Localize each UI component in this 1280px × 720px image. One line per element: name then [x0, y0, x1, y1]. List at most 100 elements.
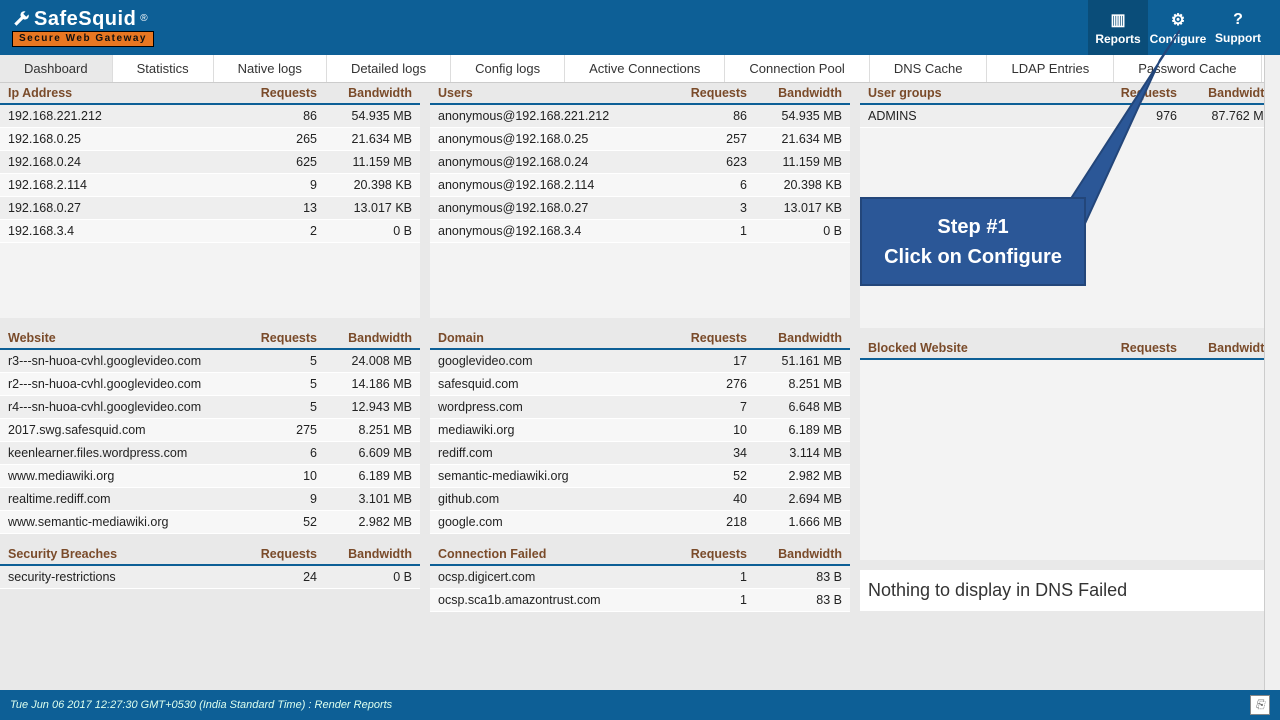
cell-name: security-restrictions [8, 570, 237, 584]
table-row[interactable]: wordpress.com76.648 MB [430, 396, 850, 419]
table-row[interactable]: ocsp.sca1b.amazontrust.com183 B [430, 589, 850, 612]
instruction-callout: Step #1 Click on Configure [860, 197, 1086, 286]
cell-requests: 10 [237, 469, 317, 483]
col-bandwidth: Bandwidth [317, 547, 412, 561]
table-row[interactable]: www.semantic-mediawiki.org522.982 MB [0, 511, 420, 534]
panel-header: Ip AddressRequestsBandwidth [0, 83, 420, 105]
table-row[interactable]: semantic-mediawiki.org522.982 MB [430, 465, 850, 488]
table-row[interactable]: 192.168.0.2462511.159 MB [0, 151, 420, 174]
nav-configure[interactable]: ⚙ Configure [1148, 0, 1208, 55]
tab-dns-cache[interactable]: DNS Cache [870, 55, 988, 82]
cell-bandwidth: 6.609 MB [317, 446, 412, 460]
table-row[interactable]: r4---sn-huoa-cvhl.googlevideo.com512.943… [0, 396, 420, 419]
scrollbar-track[interactable] [1264, 55, 1280, 690]
tab-password-cache[interactable]: Password Cache [1114, 55, 1261, 82]
panel-header: WebsiteRequestsBandwidth [0, 328, 420, 350]
cell-requests: 5 [237, 354, 317, 368]
cell-name: ADMINS [868, 109, 1097, 123]
tab-statistics[interactable]: Statistics [113, 55, 214, 82]
table-row[interactable]: safesquid.com2768.251 MB [430, 373, 850, 396]
table-row[interactable]: googlevideo.com1751.161 MB [430, 350, 850, 373]
cell-bandwidth: 3.114 MB [747, 446, 842, 460]
cell-requests: 52 [237, 515, 317, 529]
export-icon[interactable]: ⎘ [1250, 695, 1270, 715]
empty-message: Nothing to display in DNS Failed [860, 570, 1280, 611]
table-row[interactable]: anonymous@192.168.221.2128654.935 MB [430, 105, 850, 128]
col-bandwidth: Bandwidth [747, 86, 842, 100]
cell-name: google.com [438, 515, 667, 529]
cell-name: anonymous@192.168.0.24 [438, 155, 667, 169]
reports-icon: ▥ [1110, 10, 1125, 30]
table-row[interactable]: realtime.rediff.com93.101 MB [0, 488, 420, 511]
tab-detailed-logs[interactable]: Detailed logs [327, 55, 451, 82]
col-requests: Requests [237, 86, 317, 100]
table-row[interactable]: anonymous@192.168.0.2525721.634 MB [430, 128, 850, 151]
tab-native-logs[interactable]: Native logs [214, 55, 327, 82]
table-row[interactable]: security-restrictions240 B [0, 566, 420, 589]
table-row[interactable]: mediawiki.org106.189 MB [430, 419, 850, 442]
table-row[interactable]: r3---sn-huoa-cvhl.googlevideo.com524.008… [0, 350, 420, 373]
tab-config-logs[interactable]: Config logs [451, 55, 565, 82]
cell-requests: 265 [237, 132, 317, 146]
nav-support[interactable]: ? Support [1208, 0, 1268, 55]
brand-name: SafeSquid [34, 9, 136, 29]
table-row[interactable]: 192.168.221.2128654.935 MB [0, 105, 420, 128]
cell-bandwidth: 6.189 MB [317, 469, 412, 483]
tab-dashboard[interactable]: Dashboard [0, 55, 113, 82]
table-row[interactable]: ADMINS97687.762 MB [860, 105, 1280, 128]
table-row[interactable]: github.com402.694 MB [430, 488, 850, 511]
gear-icon: ⚙ [1171, 10, 1185, 30]
cell-name: r4---sn-huoa-cvhl.googlevideo.com [8, 400, 237, 414]
table-row[interactable]: 192.168.0.2526521.634 MB [0, 128, 420, 151]
col-title: Ip Address [8, 86, 237, 100]
cell-bandwidth: 20.398 KB [747, 178, 842, 192]
cell-name: ocsp.digicert.com [438, 570, 667, 584]
table-row[interactable]: keenlearner.files.wordpress.com66.609 MB [0, 442, 420, 465]
panel-domain: DomainRequestsBandwidthgooglevideo.com17… [430, 328, 850, 534]
table-row[interactable]: 192.168.3.420 B [0, 220, 420, 243]
table-row[interactable]: anonymous@192.168.2.114620.398 KB [430, 174, 850, 197]
col-requests: Requests [237, 331, 317, 345]
cell-bandwidth: 13.017 KB [747, 201, 842, 215]
table-row[interactable]: 192.168.0.271313.017 KB [0, 197, 420, 220]
col-title: Security Breaches [8, 547, 237, 561]
cell-name: r3---sn-huoa-cvhl.googlevideo.com [8, 354, 237, 368]
table-row[interactable]: rediff.com343.114 MB [430, 442, 850, 465]
tab-connection-pool[interactable]: Connection Pool [725, 55, 869, 82]
cell-requests: 3 [667, 201, 747, 215]
brand-tagline: Secure Web Gateway [12, 31, 154, 47]
tab-ldap-entries[interactable]: LDAP Entries [987, 55, 1114, 82]
cell-bandwidth: 21.634 MB [317, 132, 412, 146]
panel-header: DomainRequestsBandwidth [430, 328, 850, 350]
col-bandwidth: Bandwidth [317, 86, 412, 100]
cell-bandwidth: 3.101 MB [317, 492, 412, 506]
nav-reports[interactable]: ▥ Reports [1088, 0, 1148, 55]
panel-website: WebsiteRequestsBandwidthr3---sn-huoa-cvh… [0, 328, 420, 534]
table-row[interactable]: 192.168.2.114920.398 KB [0, 174, 420, 197]
callout-line1: Step #1 [937, 212, 1008, 242]
cell-bandwidth: 2.982 MB [317, 515, 412, 529]
table-row[interactable]: ocsp.digicert.com183 B [430, 566, 850, 589]
cell-bandwidth: 83 B [747, 593, 842, 607]
tab-bar: DashboardStatisticsNative logsDetailed l… [0, 55, 1280, 83]
col-title: User groups [868, 86, 1097, 100]
cell-bandwidth: 0 B [317, 570, 412, 584]
cell-requests: 5 [237, 400, 317, 414]
table-row[interactable]: 2017.swg.safesquid.com2758.251 MB [0, 419, 420, 442]
table-row[interactable]: anonymous@192.168.3.410 B [430, 220, 850, 243]
cell-bandwidth: 51.161 MB [747, 354, 842, 368]
callout-line2: Click on Configure [884, 242, 1062, 272]
col-title: Website [8, 331, 237, 345]
col-title: Users [438, 86, 667, 100]
cell-name: r2---sn-huoa-cvhl.googlevideo.com [8, 377, 237, 391]
table-row[interactable]: anonymous@192.168.0.2462311.159 MB [430, 151, 850, 174]
cell-name: 192.168.0.27 [8, 201, 237, 215]
table-row[interactable]: anonymous@192.168.0.27313.017 KB [430, 197, 850, 220]
cell-bandwidth: 54.935 MB [317, 109, 412, 123]
tab-active-connections[interactable]: Active Connections [565, 55, 725, 82]
table-row[interactable]: google.com2181.666 MB [430, 511, 850, 534]
table-row[interactable]: r2---sn-huoa-cvhl.googlevideo.com514.186… [0, 373, 420, 396]
cell-name: ocsp.sca1b.amazontrust.com [438, 593, 667, 607]
table-row[interactable]: www.mediawiki.org106.189 MB [0, 465, 420, 488]
col-bandwidth: Bandwidth [1177, 86, 1272, 100]
